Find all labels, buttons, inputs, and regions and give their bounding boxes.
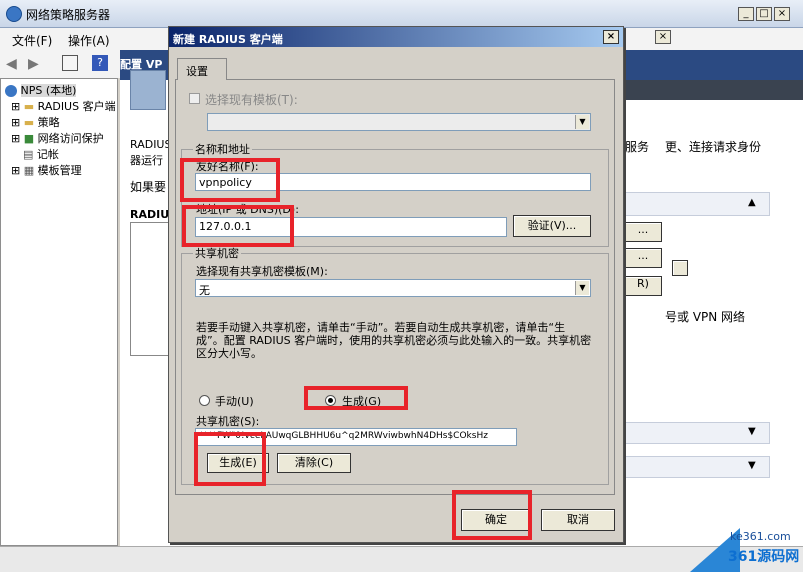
verify-button[interactable]: 验证(V)... — [513, 215, 591, 237]
bg-dropdown[interactable] — [672, 260, 688, 276]
section-bar-3 — [610, 456, 770, 478]
instructions-text: 若要手动键入共享机密，请单击“手动”。若要自动生成共享机密，请单击“生成”。配置… — [196, 321, 592, 360]
help-icon[interactable]: ? — [92, 55, 108, 71]
nps-icon — [5, 85, 17, 97]
bg-text-3: 如果要 — [130, 180, 167, 194]
chevron-up-icon[interactable]: ▲ — [748, 197, 756, 208]
forward-icon[interactable]: ▶ — [28, 56, 39, 72]
chevron-down-icon[interactable]: ▼ — [748, 460, 756, 471]
bg-text-1: RADIUS — [130, 138, 172, 151]
shared-secret-legend: 共享机密 — [193, 245, 241, 261]
highlight-ok-button — [452, 490, 532, 540]
dialog-title: 新建 RADIUS 客户端 — [173, 33, 283, 46]
section-header-top — [610, 80, 803, 100]
name-address-legend: 名称和地址 — [193, 141, 252, 157]
template-select[interactable]: ▼ — [207, 113, 591, 131]
watermark: ke361.com 361源码网 — [690, 528, 803, 572]
tree-item-label: 模板管理 — [37, 164, 82, 177]
tree-item-accounting[interactable]: ▤ 记帐 — [23, 146, 59, 162]
menu-file[interactable]: 文件(F) — [12, 32, 52, 49]
tree-item-label: 策略 — [37, 116, 60, 129]
back-icon[interactable]: ◀ — [6, 56, 17, 72]
bg-button-2[interactable]: ... — [624, 248, 662, 268]
watermark-brand: 361源码网 — [728, 549, 800, 565]
highlight-generate-radio — [304, 386, 408, 410]
section-bar-2 — [610, 422, 770, 444]
tree-root-label: NPS (本地) — [20, 84, 77, 97]
manual-radio-label: 手动(U) — [215, 395, 254, 408]
bg-right-2: 更、连接请求身份 — [665, 140, 762, 154]
highlight-address — [182, 205, 294, 247]
bg-right-3: 号或 VPN 网络 — [665, 310, 746, 324]
app-icon — [6, 6, 22, 22]
tree-item-label: 记帐 — [36, 148, 59, 161]
tree-item-nap[interactable]: ⊞ ■ 网络访问保护 — [11, 130, 104, 146]
dialog-titlebar: 新建 RADIUS 客户端 × — [169, 27, 623, 47]
bg-right-1: 服务 — [625, 140, 650, 154]
tree-item-radius[interactable]: ⊞ ▬ RADIUS 客户端 — [11, 98, 116, 114]
chevron-down-icon: ▼ — [575, 115, 589, 129]
cancel-button[interactable]: 取消 — [541, 509, 615, 531]
bg-button-3[interactable]: R) — [624, 276, 662, 296]
console-icon[interactable] — [62, 55, 78, 71]
bg-button-1[interactable]: ... — [624, 222, 662, 242]
chevron-down-icon[interactable]: ▼ — [748, 426, 756, 437]
minimize-button[interactable]: _ — [738, 7, 754, 21]
tab-label: 设置 — [186, 65, 208, 78]
tab-settings[interactable]: 设置 — [177, 58, 227, 80]
template-icon: ▦ — [23, 164, 35, 177]
status-bar — [0, 546, 803, 572]
folder-icon: ▬ — [23, 100, 35, 113]
bg-text-2: 器运行 — [130, 154, 163, 167]
template-checkbox-label: 选择现有模板(T): — [205, 93, 298, 107]
maximize-button[interactable]: □ — [756, 7, 772, 21]
template-checkbox[interactable] — [189, 93, 200, 104]
menu-action[interactable]: 操作(A) — [68, 32, 110, 49]
main-titlebar: 网络策略服务器 _ □ × — [0, 0, 803, 28]
bg-list — [130, 222, 170, 356]
log-icon: ▤ — [23, 148, 34, 161]
tree-item-label: RADIUS 客户端 — [37, 100, 116, 113]
clear-button[interactable]: 清除(C) — [277, 453, 351, 473]
folder-icon: ▬ — [23, 116, 35, 129]
secret-template-select[interactable]: 无 ▼ — [195, 279, 591, 297]
tree-root[interactable]: NPS (本地) — [5, 82, 77, 98]
tree-item-templates[interactable]: ⊞ ▦ 模板管理 — [11, 162, 82, 178]
section-bar-1 — [610, 192, 770, 216]
secret-template-value: 无 — [199, 284, 210, 297]
watermark-site: ke361.com — [730, 530, 791, 543]
close-button[interactable]: × — [774, 7, 790, 21]
nav-tree: NPS (本地) ⊞ ▬ RADIUS 客户端 ⊞ ▬ 策略 ⊞ ■ 网络访问保… — [0, 78, 118, 546]
secret-template-label: 选择现有共享机密模板(M): — [196, 265, 328, 278]
shield-icon: ■ — [23, 132, 35, 145]
highlight-friendly-name — [180, 158, 280, 202]
tree-item-label: 网络访问保护 — [37, 132, 104, 145]
chevron-down-icon: ▼ — [575, 281, 589, 295]
dialog-close-button[interactable]: × — [603, 30, 619, 44]
tree-item-policies[interactable]: ⊞ ▬ 策略 — [11, 114, 60, 130]
manual-radio[interactable] — [199, 395, 210, 406]
server-illustration — [130, 70, 166, 110]
window-title: 网络策略服务器 — [26, 8, 111, 22]
highlight-generate-button — [194, 432, 266, 486]
bg-config-close-icon[interactable]: × — [655, 30, 671, 44]
shared-secret-label: 共享机密(S): — [196, 415, 260, 428]
toolbar: ◀ ▶ ? — [0, 50, 120, 78]
